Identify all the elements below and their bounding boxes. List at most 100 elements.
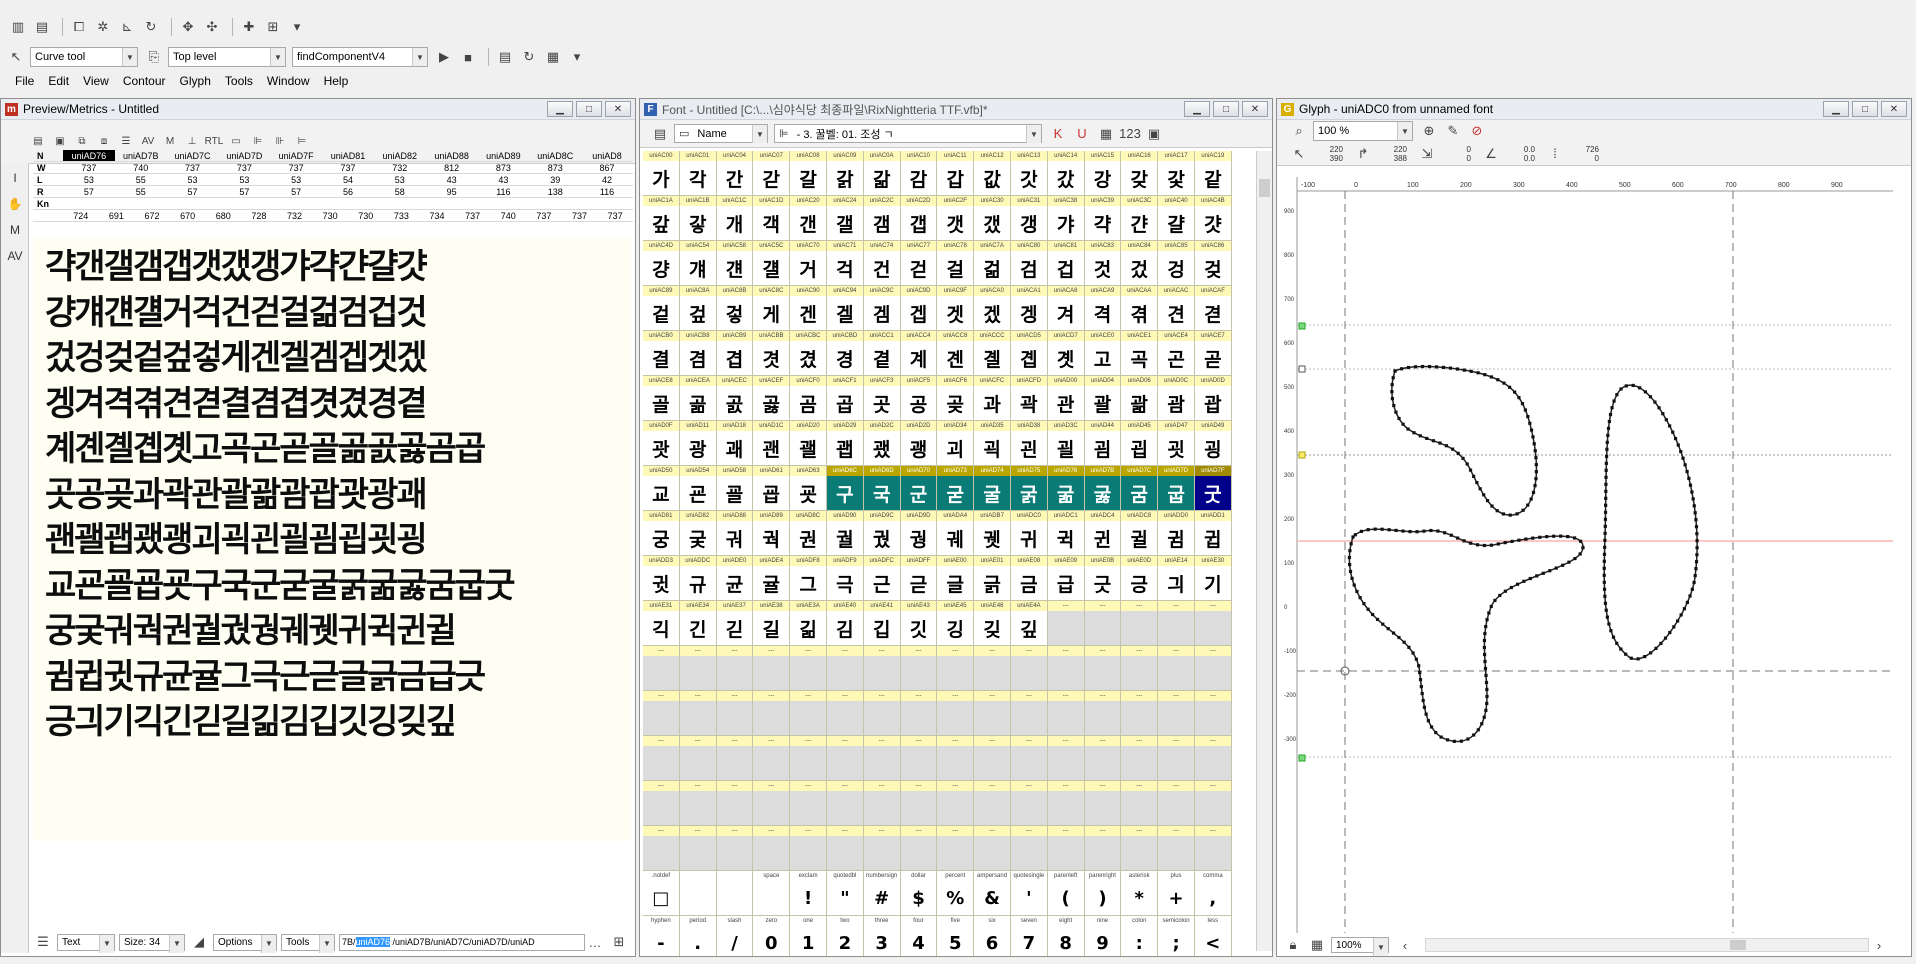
glyph-cell[interactable]: uniAC89 겉 [643, 286, 680, 331]
glyph-cell[interactable]: --- [863, 736, 901, 781]
contour-node[interactable] [1654, 646, 1658, 650]
contour-node[interactable] [1485, 694, 1489, 699]
contour-node[interactable] [1476, 728, 1480, 732]
glyph-cell[interactable]: uniACB0 결 [643, 331, 680, 376]
contour-node[interactable] [1612, 399, 1616, 403]
contour-node[interactable] [1624, 384, 1628, 388]
glyph-cell[interactable]: uniADC4 귄 [1084, 511, 1122, 556]
metrics-glyph-name[interactable]: uniAD7C [167, 150, 219, 161]
glyph-cell[interactable]: uniAE3A 긺 [790, 601, 827, 646]
glyph-cell[interactable]: three 3 [863, 916, 901, 956]
contour-node[interactable] [1526, 503, 1530, 507]
metrics-value[interactable]: 728 [241, 210, 277, 221]
contour-node[interactable] [1608, 412, 1613, 417]
glyph-cell[interactable]: --- [863, 646, 901, 691]
glyph-cell[interactable]: uniACFC 과 [974, 376, 1011, 421]
glyph-cell[interactable]: uniAE09 급 [1047, 556, 1085, 601]
glyph-cell[interactable]: uniADC1 귁 [1047, 511, 1085, 556]
glyph-drawing[interactable]: -100 0 100 200 300 400 500 600 700 800 900 900 800 7… [1283, 177, 1893, 933]
contour-node[interactable] [1606, 433, 1610, 437]
contour-node[interactable] [1468, 468, 1473, 472]
glyph-cell[interactable]: uniACE8 골 [643, 376, 680, 421]
contour-node[interactable] [1349, 542, 1353, 546]
contour-node[interactable] [1348, 569, 1353, 574]
contour-node[interactable] [1496, 378, 1500, 382]
contour-node[interactable] [1353, 533, 1357, 537]
glyph-cell[interactable]: uniAC24 갤 [826, 196, 864, 241]
glyph-cell[interactable]: uniAC08 갈 [790, 151, 827, 196]
curve-icon[interactable]: ↻ [141, 17, 161, 37]
metrics-glyph-name[interactable]: uniAD88 [426, 150, 478, 161]
metrics-value[interactable] [478, 198, 530, 209]
glyph-cell[interactable]: uniAC7A 걺 [974, 241, 1011, 286]
contour-node[interactable] [1510, 539, 1514, 543]
contour-node[interactable] [1366, 528, 1370, 532]
metrics-glyph-name[interactable]: uniAD76 [63, 150, 115, 161]
contour-node[interactable] [1694, 560, 1699, 564]
glyph-cell[interactable]: uniAC14 갔 [1047, 151, 1085, 196]
contour-node[interactable] [1406, 427, 1410, 431]
metrics-value[interactable]: 732 [374, 162, 426, 173]
glyph-cell[interactable]: uniAD73 굳 [937, 466, 975, 511]
glyph-cell[interactable]: uniACC4 계 [900, 331, 938, 376]
glyph-cell[interactable]: quotedbl " [826, 871, 864, 916]
metrics-value[interactable]: 873 [478, 162, 530, 173]
contour-node[interactable] [1529, 428, 1534, 432]
contour-node[interactable] [1498, 593, 1502, 598]
contour-node[interactable] [1502, 381, 1506, 385]
glyph-cell[interactable]: uniAE37 긷 [716, 601, 754, 646]
contour-node[interactable] [1603, 524, 1607, 528]
contour-node[interactable] [1489, 543, 1494, 547]
contour-node[interactable] [1401, 422, 1405, 426]
contour-node[interactable] [1604, 475, 1608, 479]
metrics-value[interactable]: 730 [312, 210, 348, 221]
glyph-cell[interactable]: uniAD9C 궜 [863, 511, 901, 556]
glyph-cell[interactable]: uniAC16 갖 [1121, 151, 1159, 196]
contour-node[interactable] [1390, 397, 1395, 401]
stop-macro-icon[interactable]: ■ [458, 47, 478, 67]
contour-node[interactable] [1482, 715, 1486, 719]
contour-node[interactable] [1535, 574, 1539, 578]
contour-node[interactable] [1643, 390, 1648, 394]
metrics-value[interactable]: 58 [374, 186, 426, 197]
contour-node[interactable] [1694, 525, 1699, 529]
contour-node[interactable] [1420, 364, 1425, 369]
contour-node[interactable] [1606, 426, 1611, 431]
horizontal-ruler[interactable] [1283, 177, 1893, 191]
glyph-cell[interactable]: CR [716, 871, 754, 916]
glyph-cell[interactable]: --- [1194, 736, 1232, 781]
glyph-cell[interactable]: uniADDC 규 [679, 556, 717, 601]
contour-node[interactable] [1419, 684, 1423, 689]
glyph-cell[interactable]: uniAC74 건 [863, 241, 901, 286]
glyph-cell[interactable]: uniAD49 굉 [1194, 421, 1232, 466]
glyph-cell[interactable]: uniACA0 겠 [974, 286, 1011, 331]
close-button[interactable]: ✕ [605, 101, 631, 117]
contour-node[interactable] [1685, 600, 1689, 604]
contour-node[interactable] [1691, 497, 1695, 501]
contour-node[interactable] [1515, 512, 1519, 516]
glyph-cell[interactable]: --- [1010, 736, 1048, 781]
glyph-cell[interactable]: exclam! [790, 871, 827, 916]
contour-node[interactable] [1603, 601, 1608, 605]
contour-node[interactable] [1508, 385, 1512, 389]
maximize-button[interactable]: □ [1852, 101, 1878, 117]
glyph-cell[interactable]: uniAE34 긴 [679, 601, 717, 646]
grid-icon[interactable]: ▦ [1096, 124, 1116, 144]
caption-select[interactable]: ▭ Name ▼ [674, 124, 768, 143]
metrics-value[interactable]: 57 [218, 186, 270, 197]
glyph-cell[interactable]: uniAD3C 괼 [1047, 421, 1085, 466]
glyph-cell[interactable]: uniAD6D 국 [863, 466, 901, 511]
contour-node[interactable] [1579, 539, 1583, 543]
glyph-cell[interactable]: five 5 [937, 916, 975, 956]
glyph-cell[interactable]: --- [974, 736, 1011, 781]
contour-node[interactable] [1390, 383, 1394, 387]
glyph-cell[interactable]: uniAE31 긱 [643, 601, 680, 646]
glyph-cell[interactable]: uniACD5 곕 [1010, 331, 1048, 376]
contour-node[interactable] [1538, 535, 1542, 539]
contour-node[interactable] [1688, 483, 1693, 487]
glyph-cell[interactable]: percent% [937, 871, 975, 916]
glyph-cell[interactable]: uniAC04 간 [716, 151, 754, 196]
glyph-cell[interactable]: less < [1194, 916, 1232, 956]
contour-node[interactable] [1418, 434, 1422, 438]
contour-node[interactable] [1572, 536, 1577, 540]
